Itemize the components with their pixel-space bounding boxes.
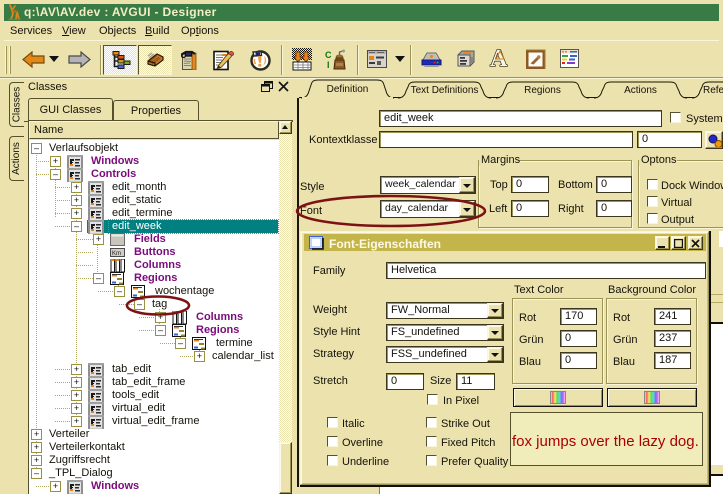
svg-text:Km: Km	[112, 251, 121, 257]
svg-text:C: C	[325, 50, 332, 60]
svg-text:I: I	[327, 60, 330, 70]
